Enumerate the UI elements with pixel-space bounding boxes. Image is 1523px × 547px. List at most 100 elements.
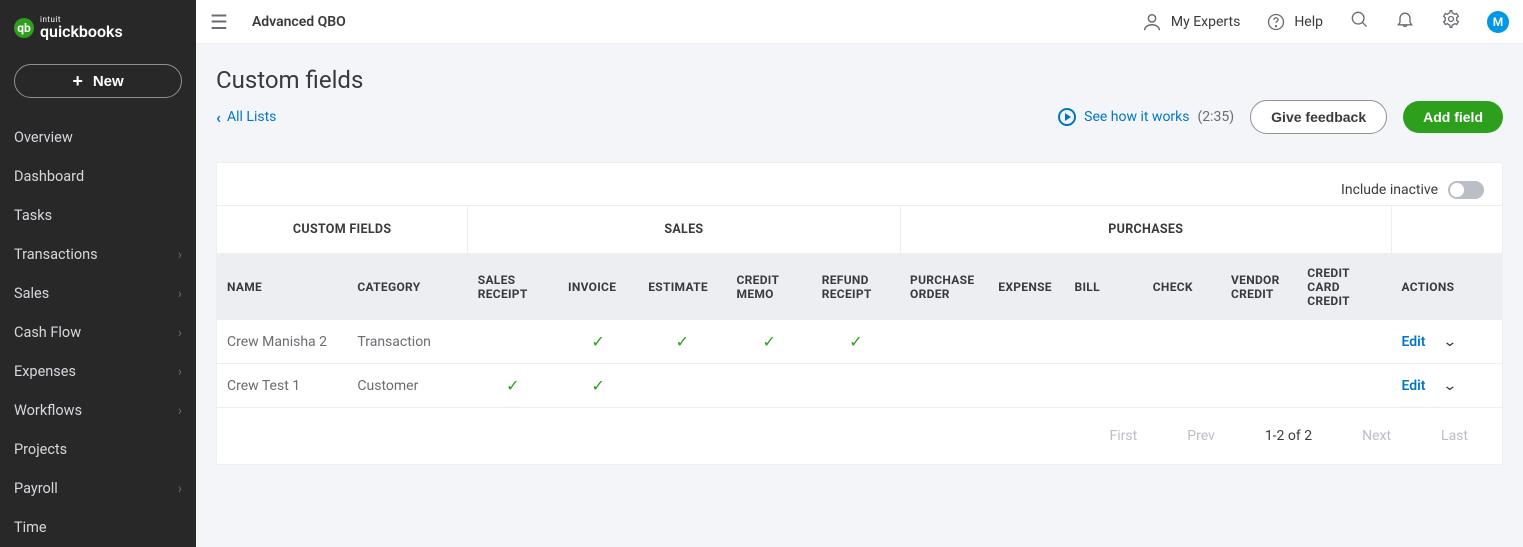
cell-purchase-order	[900, 364, 988, 408]
chevron-down-icon[interactable]: ⌄	[1442, 334, 1457, 350]
notifications-button[interactable]	[1395, 9, 1415, 34]
col-name: NAME	[217, 254, 347, 321]
sidebar-item-overview[interactable]: Overview	[0, 118, 196, 157]
page-subheader: ‹ All Lists See how it works (2:35) Give…	[216, 100, 1503, 134]
sidebar-item-label: Overview	[14, 129, 73, 146]
group-sales: SALES	[468, 206, 900, 254]
company-name: Advanced QBO	[252, 14, 346, 30]
edit-link[interactable]: Edit	[1402, 334, 1426, 350]
sidebar-item-workflows[interactable]: Workflows ›	[0, 391, 196, 430]
cell-name: Crew Test 1	[217, 364, 347, 408]
sidebar-item-projects[interactable]: Projects	[0, 430, 196, 469]
sidebar-item-label: Cash Flow	[14, 324, 81, 341]
cell-purchase-order	[900, 320, 988, 364]
qb-logo-icon: qb	[14, 18, 34, 38]
include-inactive-label: Include inactive	[1341, 182, 1438, 198]
my-experts-label: My Experts	[1171, 14, 1240, 30]
sidebar-item-label: Time	[14, 519, 47, 536]
chevron-right-icon: ›	[178, 247, 182, 263]
sidebar-item-label: Payroll	[14, 480, 58, 497]
add-field-button[interactable]: Add field	[1403, 101, 1503, 133]
sidebar-item-label: Workflows	[14, 402, 82, 419]
cell-refund-receipt	[812, 364, 900, 408]
chevron-down-icon[interactable]: ⌄	[1442, 378, 1457, 394]
group-custom-fields: CUSTOM FIELDS	[217, 206, 468, 254]
cell-sales-receipt	[468, 320, 558, 364]
cell-invoice: ✓	[558, 364, 638, 408]
check-icon: ✓	[762, 332, 775, 351]
cell-sales-receipt: ✓	[468, 364, 558, 408]
cell-vendor-credit	[1221, 320, 1297, 364]
sidebar-item-transactions[interactable]: Transactions ›	[0, 235, 196, 274]
sidebar-nav: Overview Dashboard Tasks Transactions › Sales…	[0, 118, 196, 547]
chevron-right-icon: ›	[178, 364, 182, 380]
edit-link[interactable]: Edit	[1402, 378, 1426, 394]
sidebar-item-sales[interactable]: Sales›	[0, 274, 196, 313]
pager-next[interactable]: Next	[1362, 428, 1391, 444]
cell-category: Transaction	[347, 320, 467, 364]
sidebar-item-label: Projects	[14, 441, 67, 458]
settings-button[interactable]	[1441, 9, 1461, 34]
all-lists-link[interactable]: ‹ All Lists	[216, 108, 276, 127]
col-purchase-order: PURCHASE ORDER	[900, 254, 988, 321]
brand-product: quickbooks	[40, 24, 123, 40]
col-category: CATEGORY	[347, 254, 467, 321]
feedback-button[interactable]: Give feedback	[1250, 100, 1387, 134]
help-icon	[1266, 12, 1286, 32]
content: Custom fields ‹ All Lists See how it wor…	[196, 44, 1523, 547]
cell-refund-receipt: ✓	[812, 320, 900, 364]
sidebar-item-label: Transactions	[14, 246, 98, 263]
group-actions	[1392, 206, 1502, 254]
help-button[interactable]: Help	[1266, 12, 1323, 32]
how-it-works-link[interactable]: See how it works (2:35)	[1058, 108, 1234, 126]
topbar: ☰ Advanced QBO My Experts Help	[196, 0, 1523, 44]
page-title: Custom fields	[216, 66, 1503, 94]
check-icon: ✓	[591, 376, 604, 395]
group-purchases: PURCHASES	[900, 206, 1391, 254]
chevron-right-icon: ›	[178, 403, 182, 419]
cell-credit-card-credit	[1297, 320, 1391, 364]
sidebar: qb intuit quickbooks + New Overview Dashb…	[0, 0, 196, 547]
sidebar-item-label: Sales	[14, 285, 49, 302]
custom-fields-table: CUSTOM FIELDS SALES PURCHASES NAME CATEG…	[217, 205, 1502, 408]
sidebar-item-payroll[interactable]: Payroll›	[0, 469, 196, 508]
sidebar-item-time[interactable]: Time	[0, 508, 196, 547]
search-button[interactable]	[1349, 9, 1369, 34]
col-invoice: INVOICE	[558, 254, 638, 321]
pager-last[interactable]: Last	[1441, 428, 1468, 444]
avatar[interactable]: M	[1487, 11, 1509, 33]
brand-logo: qb intuit quickbooks	[0, 10, 196, 52]
bell-icon	[1395, 9, 1415, 29]
play-icon	[1058, 108, 1076, 126]
chevron-left-icon: ‹	[216, 108, 221, 127]
my-experts-button[interactable]: My Experts	[1141, 11, 1240, 33]
cell-credit-memo: ✓	[727, 320, 812, 364]
pager-range: 1-2 of 2	[1265, 428, 1312, 444]
help-label: Help	[1294, 14, 1323, 30]
cell-expense	[988, 320, 1064, 364]
main: ☰ Advanced QBO My Experts Help	[196, 0, 1523, 547]
hamburger-icon[interactable]: ☰	[210, 10, 228, 34]
check-icon: ✓	[506, 376, 519, 395]
how-it-works-label: See how it works	[1084, 109, 1189, 125]
sidebar-item-tasks[interactable]: Tasks	[0, 196, 196, 235]
pager-first[interactable]: First	[1110, 428, 1138, 444]
col-bill: BILL	[1065, 254, 1143, 321]
custom-fields-card: Include inactive CUSTOM FIELDS SALES	[216, 162, 1503, 465]
sidebar-item-label: Tasks	[14, 207, 52, 224]
chevron-right-icon: ›	[178, 325, 182, 341]
table-row: Crew Test 1Customer✓✓Edit⌄	[217, 364, 1502, 408]
col-refund-receipt: REFUND RECEIPT	[812, 254, 900, 321]
cell-estimate	[638, 364, 726, 408]
cell-actions: Edit ⌄	[1392, 364, 1502, 408]
sidebar-item-cash-flow[interactable]: Cash Flow ›	[0, 313, 196, 352]
cell-credit-memo	[727, 364, 812, 408]
pager-prev[interactable]: Prev	[1187, 428, 1215, 444]
col-check: CHECK	[1143, 254, 1221, 321]
sidebar-item-expenses[interactable]: Expenses›	[0, 352, 196, 391]
all-lists-label: All Lists	[227, 109, 276, 125]
sidebar-item-dashboard[interactable]: Dashboard	[0, 157, 196, 196]
new-button[interactable]: + New	[14, 64, 182, 98]
include-inactive-toggle[interactable]	[1448, 181, 1484, 199]
gear-icon	[1441, 9, 1461, 29]
